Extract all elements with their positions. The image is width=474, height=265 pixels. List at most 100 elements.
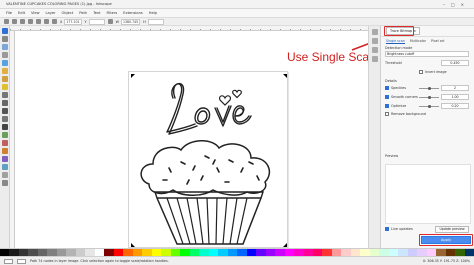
flip-horizontal-icon[interactable] [44, 19, 49, 24]
y-input[interactable] [88, 18, 105, 25]
threshold-input[interactable]: 0.450 [441, 60, 469, 66]
hearts [218, 89, 242, 106]
x-field[interactable]: X 177.101 [60, 18, 82, 25]
menu-object[interactable]: Object [62, 11, 74, 15]
selector-tool-icon[interactable] [1, 28, 8, 34]
optimize-checkbox[interactable] [385, 104, 389, 108]
detection-mode-select[interactable]: Brightness cutoff [385, 51, 469, 57]
cupcake-artwork[interactable] [129, 72, 289, 249]
optimize-input[interactable]: 0.20 [441, 103, 469, 109]
scale-handle-tl [131, 74, 135, 78]
smooth-corners-checkbox[interactable] [385, 95, 389, 99]
dropper-tool-icon[interactable] [1, 172, 8, 178]
threshold-label: Threshold [385, 61, 402, 65]
x-input[interactable]: 177.101 [64, 18, 82, 25]
h-label: H [143, 19, 146, 24]
node-tool-icon[interactable] [1, 36, 8, 42]
snap-controls-bar [368, 26, 380, 248]
eraser-tool-icon[interactable] [1, 140, 8, 146]
y-field[interactable]: Y [84, 18, 105, 25]
invert-image-checkbox[interactable] [419, 70, 423, 74]
menu-text[interactable]: Text [93, 11, 100, 15]
select-all-icon[interactable] [4, 19, 9, 24]
box3d-tool-icon[interactable] [1, 68, 8, 74]
mesh-tool-icon[interactable] [1, 164, 8, 170]
status-bar: Path 74 nodes in layer Image. Click sele… [0, 256, 474, 265]
menu-path[interactable]: Path [79, 11, 87, 15]
snap-guide-icon[interactable] [371, 56, 378, 62]
measure-tool-icon[interactable] [1, 52, 8, 58]
snap-nodes-icon[interactable] [371, 47, 378, 53]
speckles-slider[interactable] [419, 86, 439, 90]
color-palette[interactable] [0, 248, 474, 257]
tab-single-scan[interactable]: Single scan [386, 39, 405, 44]
rotate-cw-icon[interactable] [36, 19, 41, 24]
w-label: W [115, 19, 119, 24]
menu-layer[interactable]: Layer [46, 11, 56, 15]
trace-preview [385, 164, 471, 224]
menu-filters[interactable]: Filters [106, 11, 117, 15]
speckles-input[interactable]: 2 [441, 85, 469, 91]
trace-tab-highlight [384, 26, 414, 36]
pen-tool-icon[interactable] [1, 108, 8, 114]
w-field[interactable]: W 1380.745 [115, 18, 141, 25]
menu-view[interactable]: View [31, 11, 40, 15]
smooth-corners-slider[interactable] [419, 95, 439, 99]
ellipse-tool-icon[interactable] [1, 76, 8, 82]
menu-help[interactable]: Help [149, 11, 157, 15]
remove-background-label: Remove background [391, 111, 426, 116]
flip-vertical-icon[interactable] [52, 19, 57, 24]
menu-file[interactable]: File [6, 11, 12, 15]
y-label: Y [84, 19, 87, 24]
optimize-slider[interactable] [419, 104, 439, 108]
gradient-tool-icon[interactable] [1, 156, 8, 162]
window-title: VALENTINE CUPCAKES COLORING PAGES (1).jp… [6, 2, 112, 6]
smooth-corners-input[interactable]: 1.00 [441, 94, 469, 100]
document-page[interactable] [128, 71, 288, 248]
menu-bar: File Edit View Layer Object Path Text Filters Ex… [0, 9, 474, 17]
zoom-tool-icon[interactable] [1, 44, 8, 50]
menu-extensions[interactable]: Extensions [123, 11, 143, 15]
spray-tool-icon[interactable] [1, 132, 8, 138]
status-message: Path 74 nodes in layer Image. Click sele… [30, 259, 169, 263]
h-field[interactable]: H [143, 18, 164, 25]
scale-handle-bl [131, 243, 135, 247]
w-input[interactable]: 1380.745 [120, 18, 141, 25]
stroke-indicator[interactable] [17, 258, 26, 264]
remove-background-checkbox[interactable] [385, 112, 389, 116]
update-preview-button[interactable]: Update preview [435, 226, 469, 233]
x-label: X [60, 19, 63, 24]
pencil-tool-icon[interactable] [1, 100, 8, 106]
text-tool-icon[interactable] [1, 124, 8, 130]
apply-button-highlight [419, 234, 473, 246]
frosting [140, 140, 271, 196]
calligraphy-tool-icon[interactable] [1, 116, 8, 122]
tab-multicolor[interactable]: Multicolor [410, 39, 426, 44]
menu-edit[interactable]: Edit [18, 11, 25, 15]
preview-label: Preview [385, 154, 399, 158]
optimize-label: Optimize [391, 103, 407, 108]
paint-bucket-tool-icon[interactable] [1, 148, 8, 154]
rectangle-tool-icon[interactable] [1, 60, 8, 66]
snap-toggle-icon[interactable] [371, 29, 378, 35]
lock-icon[interactable] [107, 19, 113, 24]
window-controls[interactable]: –□× [443, 2, 470, 7]
speckles-checkbox[interactable] [385, 86, 389, 90]
live-updates-checkbox[interactable] [385, 227, 389, 231]
callout-text: Use Single Scan [287, 50, 376, 64]
star-tool-icon[interactable] [1, 84, 8, 90]
toolbox [0, 26, 10, 248]
tab-pixel-art[interactable]: Pixel art [431, 39, 444, 44]
connector-tool-icon[interactable] [1, 180, 8, 186]
smooth-corners-label: Smooth corners [391, 94, 418, 99]
rotate-ccw-icon[interactable] [28, 19, 33, 24]
h-input[interactable] [147, 18, 164, 25]
deselect-icon[interactable] [20, 19, 25, 24]
fill-indicator[interactable] [4, 258, 13, 264]
details-label: Details [385, 79, 397, 83]
select-all-layers-icon[interactable] [12, 19, 17, 24]
snap-bbox-icon[interactable] [371, 38, 378, 44]
sprinkles [162, 155, 260, 185]
cup-pleats [166, 197, 248, 245]
spiral-tool-icon[interactable] [1, 92, 8, 98]
